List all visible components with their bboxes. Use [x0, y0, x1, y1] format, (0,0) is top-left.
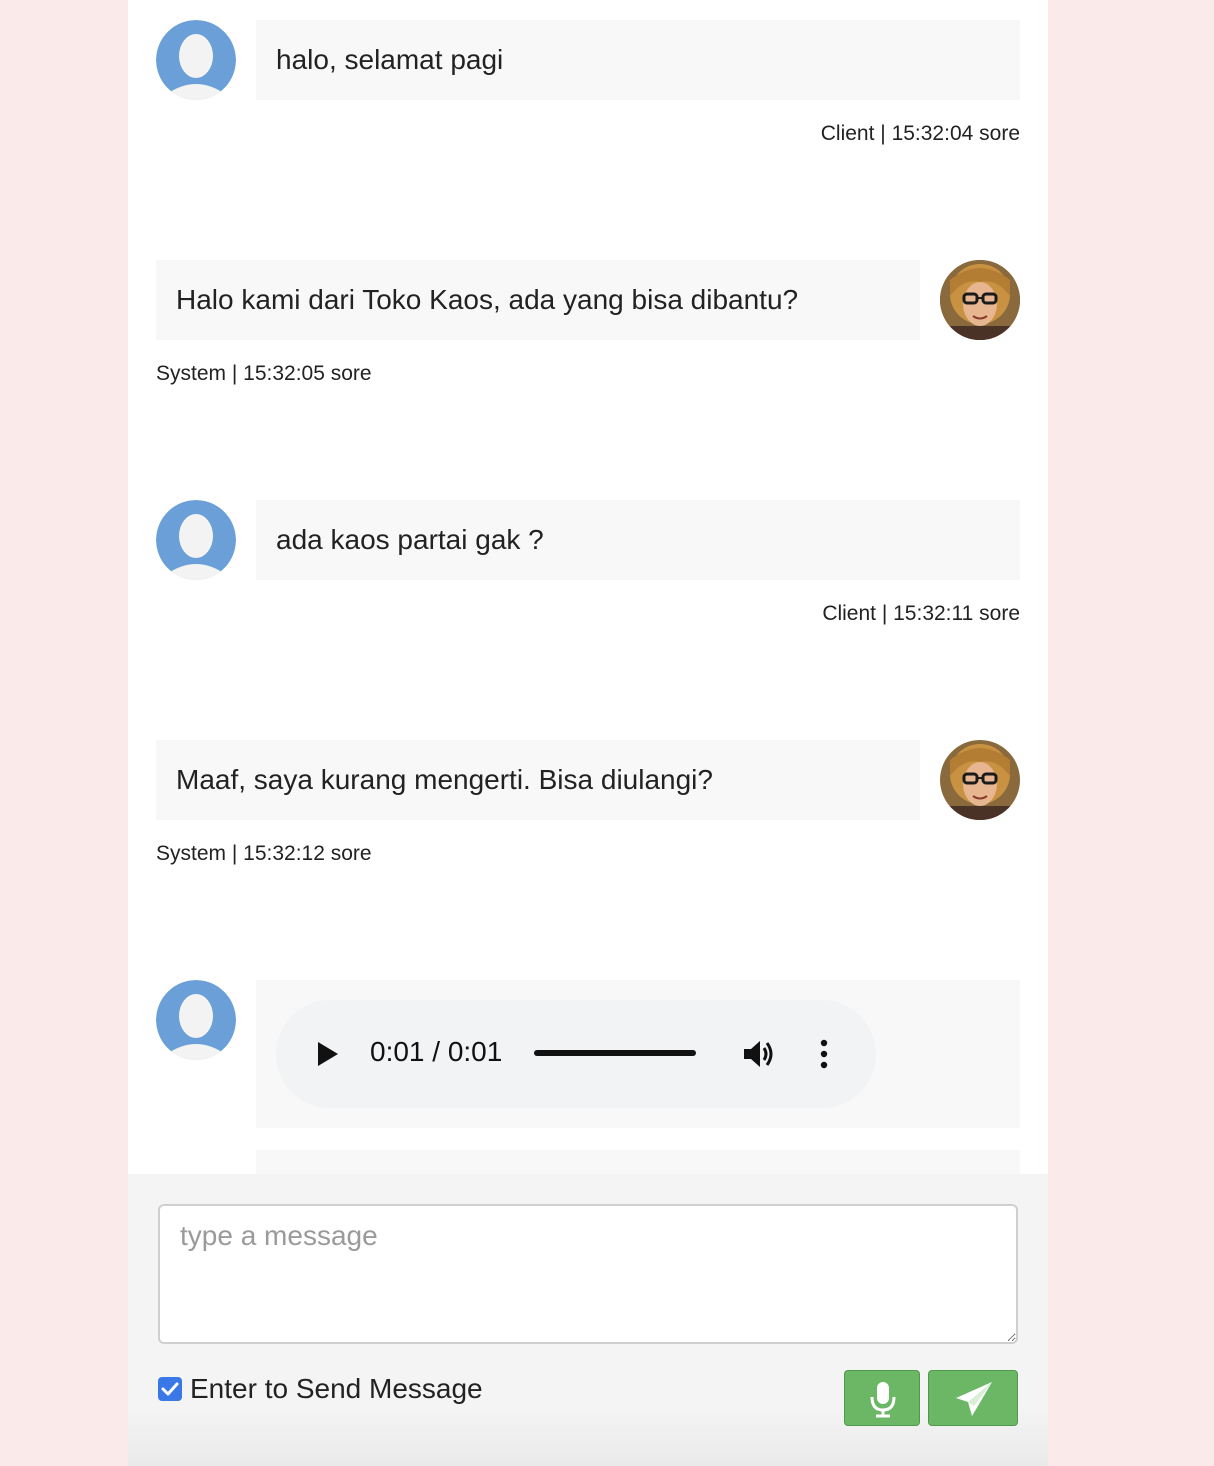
client-avatar	[156, 980, 236, 1060]
audio-time: 0:01 / 0:01	[370, 1036, 503, 1067]
chat-panel: halo, selamat pagi Client | 15:32:04 sor…	[128, 0, 1048, 1466]
message-list: halo, selamat pagi Client | 15:32:04 sor…	[128, 0, 1048, 1174]
vertical-dots-icon[interactable]	[816, 1038, 832, 1070]
message-bubble-partial	[256, 1150, 1020, 1174]
paper-plane-icon	[956, 1382, 992, 1416]
user-silhouette-icon	[156, 980, 236, 1060]
client-avatar	[156, 20, 236, 100]
message-bubble-system: Halo kami dari Toko Kaos, ada yang bisa …	[156, 260, 920, 340]
message-bubble-client: halo, selamat pagi	[256, 20, 1020, 100]
message-text: Halo kami dari Toko Kaos, ada yang bisa …	[176, 284, 799, 315]
message-text: Maaf, saya kurang mengerti. Bisa diulang…	[176, 764, 713, 795]
audio-message-bubble: 0:01 / 0:01	[256, 980, 1020, 1128]
message-bubble-client: ada kaos partai gak ?	[256, 500, 1020, 580]
message-composer: Enter to Send Message	[128, 1174, 1048, 1466]
audio-progress-bar[interactable]	[534, 1050, 696, 1056]
enter-to-send-toggle[interactable]: Enter to Send Message	[158, 1372, 483, 1406]
audio-player[interactable]: 0:01 / 0:01	[276, 1000, 876, 1108]
enter-to-send-label: Enter to Send Message	[190, 1373, 483, 1404]
message-meta: Client | 15:32:11 sore	[822, 602, 1020, 625]
play-icon[interactable]	[316, 1041, 340, 1067]
woman-photo-avatar	[940, 260, 1020, 340]
record-audio-button[interactable]	[844, 1370, 920, 1426]
message-meta: System | 15:32:12 sore	[156, 842, 372, 865]
message-text: ada kaos partai gak ?	[276, 524, 544, 555]
message-text: halo, selamat pagi	[276, 44, 504, 75]
volume-icon[interactable]	[742, 1038, 776, 1070]
message-input[interactable]	[158, 1204, 1018, 1344]
client-avatar	[156, 500, 236, 580]
microphone-icon	[870, 1382, 896, 1418]
message-meta: System | 15:32:05 sore	[156, 362, 372, 385]
user-silhouette-icon	[156, 500, 236, 580]
message-meta: Client | 15:32:04 sore	[820, 122, 1020, 145]
system-avatar	[940, 260, 1020, 340]
user-silhouette-icon	[156, 20, 236, 100]
message-bubble-system: Maaf, saya kurang mengerti. Bisa diulang…	[156, 740, 920, 820]
enter-to-send-checkbox[interactable]	[158, 1377, 182, 1401]
checkmark-icon	[161, 1382, 179, 1396]
system-avatar	[940, 740, 1020, 820]
send-button[interactable]	[928, 1370, 1018, 1426]
woman-photo-avatar	[940, 740, 1020, 820]
